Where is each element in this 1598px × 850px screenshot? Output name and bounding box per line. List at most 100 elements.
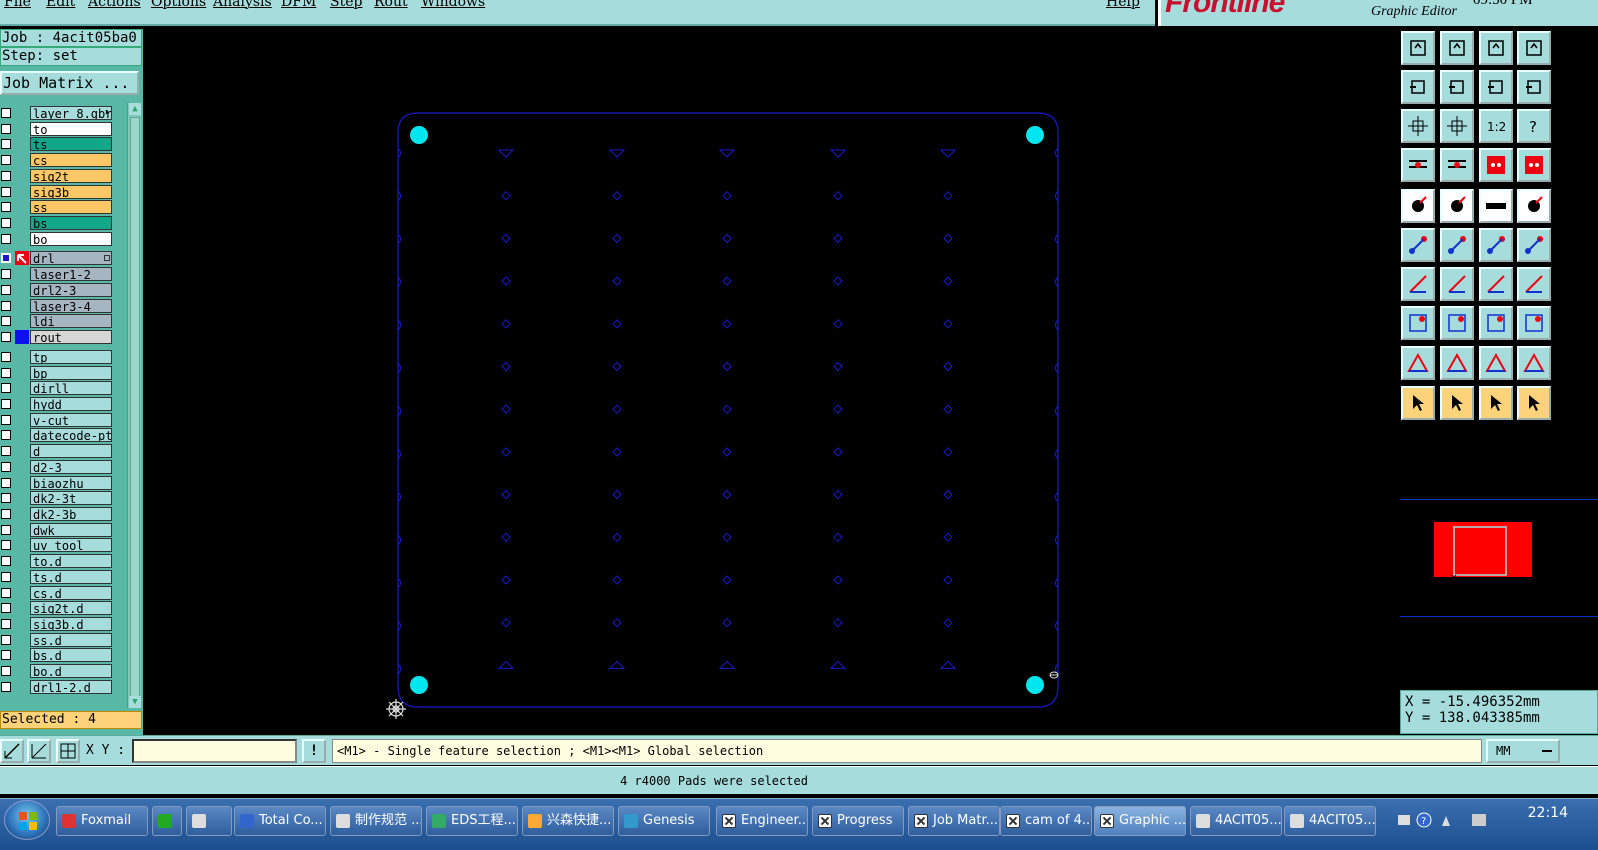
layer-row[interactable]: cs [0, 153, 114, 168]
grid-button[interactable] [56, 739, 80, 763]
layer-checkbox[interactable] [1, 461, 11, 472]
layer-row[interactable]: ts [0, 137, 114, 152]
connect-button[interactable] [1401, 228, 1435, 262]
minus-button[interactable] [1440, 306, 1474, 340]
overview-map[interactable]: × [1400, 499, 1598, 617]
layer-row[interactable]: d2-3 [0, 459, 114, 474]
group-button[interactable] [1517, 306, 1551, 340]
layer-checkbox[interactable] [1, 634, 11, 645]
scroll-up-icon[interactable]: ▲ [129, 103, 141, 115]
layer-row[interactable]: tp [0, 349, 114, 364]
layer-checkbox[interactable] [1, 556, 11, 567]
taskbar-item[interactable]: 4ACIT05... [1190, 806, 1282, 836]
layer-checkbox[interactable] [1, 218, 11, 229]
fit-button[interactable] [1401, 109, 1435, 143]
layer-row[interactable]: datecode-pte [0, 428, 114, 443]
layer-row[interactable]: bp [0, 365, 114, 380]
taskbar-item[interactable]: Foxmail [56, 806, 148, 836]
snap-to-button[interactable] [1479, 70, 1513, 104]
menu-options[interactable]: Options [151, 0, 206, 10]
layer-options-icon[interactable] [104, 255, 110, 262]
execute-button[interactable]: ! [302, 739, 326, 763]
layer-row[interactable]: sig2t [0, 168, 114, 183]
layer-row[interactable]: dk2-3b [0, 507, 114, 521]
taskbar-item[interactable]: Job Matr... [908, 806, 1000, 836]
layout-button[interactable] [1517, 31, 1551, 65]
board-drawing[interactable] [143, 29, 1399, 735]
layer-row[interactable]: ldi [0, 314, 114, 329]
menu-windows[interactable]: Windows [421, 0, 485, 10]
layer-row[interactable]: dwk [0, 522, 114, 537]
selected-pads[interactable] [410, 126, 1044, 694]
start-button[interactable] [4, 800, 50, 840]
layer-checkbox[interactable] [1, 186, 11, 197]
taskbar-item[interactable] [186, 806, 232, 836]
layer-checkbox[interactable] [1, 367, 11, 378]
scroll-thumb[interactable] [130, 117, 140, 697]
layer-row[interactable]: sig2t.d [0, 601, 114, 616]
layer-row[interactable]: to.d [0, 554, 114, 569]
layer-row[interactable]: dk2-3t [0, 491, 114, 506]
layer-checkbox[interactable] [1, 493, 11, 504]
taskbar-item[interactable]: 制作规范 ... [330, 806, 422, 836]
prev-button[interactable] [1401, 70, 1435, 104]
shape-button[interactable] [1440, 189, 1474, 223]
layer-compare2-button[interactable] [1517, 148, 1551, 182]
layer-row[interactable]: layer_8.gbr ⬍ [0, 106, 114, 120]
angle-button[interactable] [1401, 267, 1435, 301]
selected-pad[interactable] [410, 126, 428, 144]
probe-button[interactable] [1440, 148, 1474, 182]
layer-row[interactable]: bo [0, 231, 114, 246]
layer-checkbox[interactable] [1, 603, 11, 614]
split-button[interactable] [1517, 267, 1551, 301]
open-step-button[interactable] [1401, 31, 1435, 65]
taskbar-item[interactable]: Graphic ... [1094, 806, 1186, 836]
layer-row[interactable]: laser1-2 [0, 267, 114, 282]
layer-checkbox[interactable] [1, 666, 11, 677]
layer-row[interactable]: sig3b [0, 184, 114, 199]
layer-row[interactable]: drl [0, 251, 114, 266]
layer-checkbox[interactable] [1, 571, 11, 582]
line-button[interactable] [1440, 267, 1474, 301]
layer-checkbox[interactable] [1, 139, 11, 150]
help-button[interactable]: ? [1517, 109, 1551, 143]
layer-row[interactable]: v-cut [0, 412, 114, 427]
layer-checkbox[interactable] [1, 233, 11, 244]
layer-checkbox[interactable] [1, 430, 11, 441]
measure-button[interactable] [1479, 306, 1513, 340]
layer-checkbox[interactable] [1, 477, 11, 488]
layer-checkbox[interactable] [1, 253, 11, 264]
graphic-canvas[interactable] [143, 29, 1399, 735]
network-icon[interactable] [1472, 814, 1486, 826]
text-a-button[interactable] [1440, 346, 1474, 380]
menu-file[interactable]: File [4, 0, 31, 10]
layer-checkbox[interactable] [1, 202, 11, 213]
tools-button[interactable] [1401, 148, 1435, 182]
layer-row[interactable]: bs [0, 216, 114, 231]
layer-checkbox[interactable] [1, 170, 11, 181]
taskbar-item[interactable]: 兴森快捷... [522, 806, 614, 836]
layer-checkbox[interactable] [1, 540, 11, 551]
layer-checkbox[interactable] [1, 269, 11, 280]
selected-pad[interactable] [410, 676, 428, 694]
layer-checkbox[interactable] [1, 316, 11, 327]
ratio-button[interactable]: 1:2 [1479, 109, 1513, 143]
layer-checkbox[interactable] [1, 123, 11, 134]
taskbar-item[interactable]: cam of 4... [1000, 806, 1092, 836]
taskbar-item[interactable] [152, 806, 182, 836]
taskbar-item[interactable]: Genesis [618, 806, 710, 836]
snap-button[interactable] [27, 739, 51, 763]
xy-input[interactable] [132, 739, 297, 763]
layer-checkbox[interactable] [1, 155, 11, 166]
zoom-fit-button[interactable] [0, 739, 24, 763]
keyboard-icon[interactable] [1398, 815, 1410, 825]
layer-checkbox[interactable] [1, 284, 11, 295]
layer-row[interactable]: ss.d [0, 632, 114, 647]
zoom-button[interactable] [1440, 109, 1474, 143]
layer-list-scrollbar[interactable]: ▲ ▼ [127, 103, 141, 708]
layer-dropdown-icon[interactable]: ⬍ [104, 108, 109, 118]
pad-button[interactable] [1401, 189, 1435, 223]
menu-edit[interactable]: Edit [46, 0, 75, 10]
layer-checkbox[interactable] [1, 587, 11, 598]
menu-dfm[interactable]: DFM [281, 0, 316, 10]
